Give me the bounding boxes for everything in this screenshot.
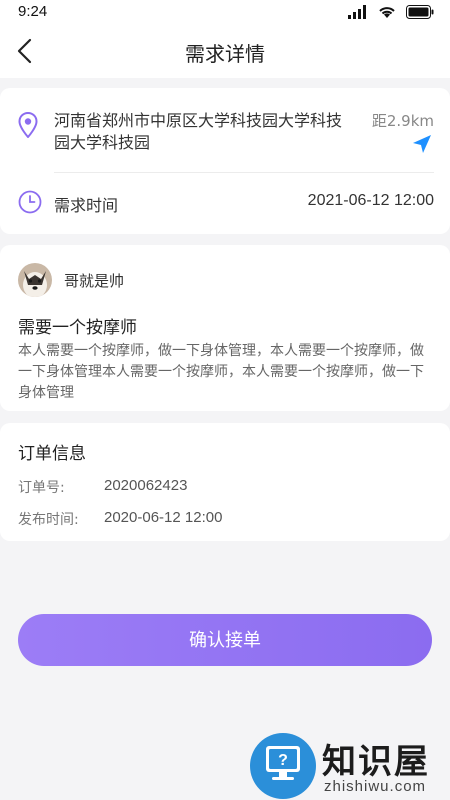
svg-text:?: ? [278,752,288,769]
signal-icon [348,5,366,19]
status-icons [348,5,434,19]
order-number-value: 2020062423 [104,477,188,494]
divider [54,172,434,173]
address-text: 河南省郑州市中原区大学科技园大学科技园大学科技园 [54,111,343,152]
location-pin-icon [18,112,38,138]
user-name: 哥就是帅 [64,272,125,290]
publish-time-row: 发布时间: 2020-06-12 12:00 [18,509,318,529]
distance-text: 距2.9km [371,112,434,130]
schedule-value: 2021-06-12 12:00 [307,192,434,209]
watermark-text: 知识屋 [322,742,430,782]
location-card: 河南省郑州市中原区大学科技园大学科技园大学科技园 距2.9km 需求时间 202… [0,88,450,234]
order-number-label: 订单号: [18,480,65,496]
clock-icon [18,190,42,214]
battery-icon [406,5,434,19]
avatar[interactable] [18,263,52,297]
navigate-icon[interactable] [412,134,432,154]
request-card: 哥就是帅 需要一个按摩师 本人需要一个按摩师，做一下身体管理，本人需要一个按摩师… [0,245,450,411]
wifi-icon [379,7,395,18]
order-section-title: 订单信息 [18,444,86,464]
watermark-url: zhishiwu.com [324,778,427,795]
schedule-row: 需求时间 2021-06-12 12:00 [18,190,434,216]
help-monitor-icon: ? [250,733,316,799]
request-title: 需要一个按摩师 [18,318,137,338]
dog-avatar-icon [18,263,52,297]
page-title: 需求详情 [185,42,265,66]
order-card: 订单信息 订单号: 2020062423 发布时间: 2020-06-12 12… [0,423,450,541]
publish-time-label: 发布时间: [18,512,79,528]
status-time: 9:24 [18,3,48,20]
watermark-logo: ? 知识屋 zhishiwu.com [250,726,450,800]
nav-bar: 需求详情 [0,24,450,78]
publish-time-value: 2020-06-12 12:00 [104,509,223,526]
confirm-order-button[interactable]: 确认接单 [18,614,432,666]
address-row: 河南省郑州市中原区大学科技园大学科技园大学科技园 距2.9km [18,110,434,170]
order-number-row: 订单号: 2020062423 [18,477,318,497]
schedule-label: 需求时间 [54,196,119,215]
status-bar: 9:24 [0,0,450,24]
request-description: 本人需要一个按摩师，做一下身体管理，本人需要一个按摩师，做一下身体管理本人需要一… [18,343,424,401]
